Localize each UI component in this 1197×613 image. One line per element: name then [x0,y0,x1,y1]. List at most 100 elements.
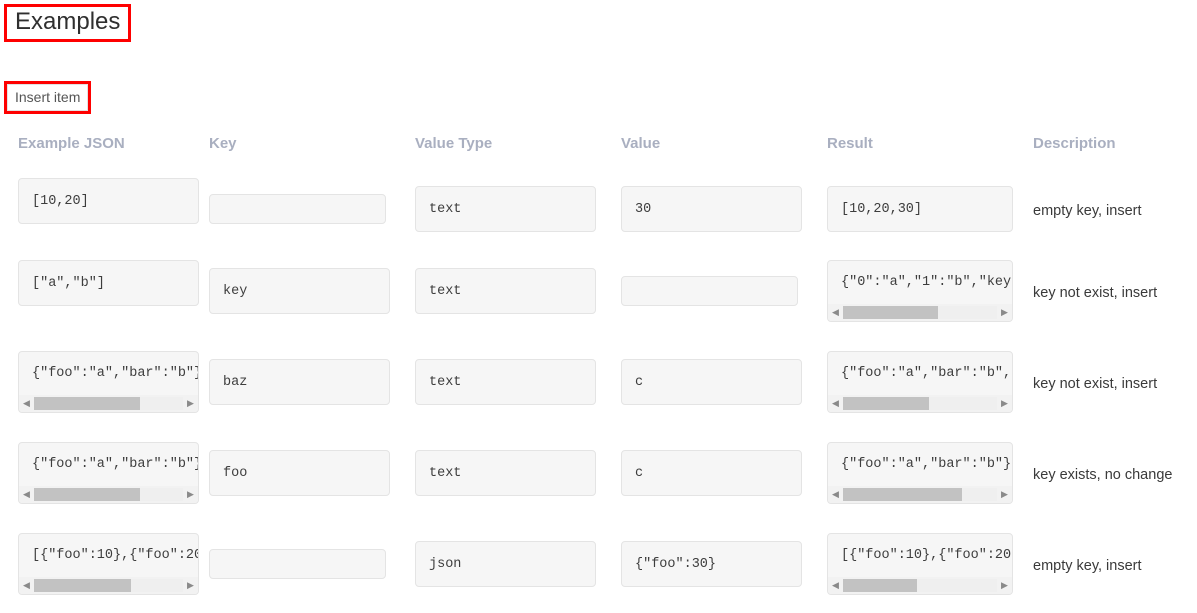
description-text: empty key, insert [1033,558,1197,574]
scroll-left-arrow-icon[interactable]: ◀ [828,399,843,408]
value-type-input[interactable]: json [415,541,596,587]
result-output[interactable]: [{"foo":10},{"foo":20}◀▶ [827,533,1013,595]
scrollbar-thumb[interactable] [843,579,917,592]
scrollbar-thumb[interactable] [843,397,929,410]
scrollbar-track[interactable] [843,397,997,410]
scroll-left-arrow-icon[interactable]: ◀ [19,581,34,590]
value-type-input-text: text [429,466,461,481]
scroll-left-arrow-icon[interactable]: ◀ [19,399,34,408]
value-type-input[interactable]: text [415,450,596,496]
example-json-input-text: [{"foo":10},{"foo":20} [19,534,198,578]
cell-description: key exists, no change [1033,442,1197,483]
value-type-input[interactable]: text [415,359,596,405]
value-type-input[interactable]: text [415,268,596,314]
result-output-scrollbar[interactable]: ◀▶ [828,486,1012,503]
cell-value: 30 [621,178,827,232]
description-text: key exists, no change [1033,467,1197,483]
scrollbar-track[interactable] [34,397,183,410]
value-type-input[interactable]: text [415,186,596,232]
result-output-scrollbar[interactable]: ◀▶ [828,577,1012,594]
column-header-value-type: Value Type [415,126,621,152]
cell-example-json: [{"foo":10},{"foo":20}◀▶ [0,533,209,595]
example-json-input-scrollbar[interactable]: ◀▶ [19,395,198,412]
examples-page: Examples Insert item Example JSON Key Va… [0,0,1197,613]
cell-key: baz [209,351,415,405]
key-input-text: foo [223,466,247,481]
value-input[interactable]: c [621,359,802,405]
scroll-right-arrow-icon[interactable]: ▶ [997,490,1012,499]
value-type-input-text: text [429,375,461,390]
scroll-left-arrow-icon[interactable]: ◀ [828,581,843,590]
cell-result: [{"foo":10},{"foo":20}◀▶ [827,533,1033,595]
result-output[interactable]: {"foo":"a","bar":"b","◀▶ [827,351,1013,413]
scroll-right-arrow-icon[interactable]: ▶ [997,308,1012,317]
example-json-input[interactable]: ["a","b"] [18,260,199,306]
example-json-input[interactable]: {"foo":"a","bar":"b"}◀▶ [18,442,199,504]
result-output-text: {"foo":"a","bar":"b"," [828,352,1012,396]
column-header-value: Value [621,126,827,152]
scrollbar-thumb[interactable] [843,488,962,501]
scroll-left-arrow-icon[interactable]: ◀ [828,308,843,317]
column-header-description: Description [1033,126,1197,152]
key-input[interactable]: baz [209,359,390,405]
cell-key: key [209,260,415,314]
scrollbar-track[interactable] [843,306,997,319]
table-header-row: Example JSON Key Value Type Value Result… [0,126,1197,178]
value-input[interactable]: c [621,450,802,496]
example-json-input[interactable]: {"foo":"a","bar":"b"}◀▶ [18,351,199,413]
table-row: [{"foo":10},{"foo":20}◀▶json{"foo":30}[{… [0,533,1197,613]
cell-value-type: json [415,533,621,587]
cell-value-type: text [415,442,621,496]
example-json-input[interactable]: [{"foo":10},{"foo":20}◀▶ [18,533,199,595]
table-row: [10,20] text 30 [10,20,30] empty key, insert [0,178,1197,260]
result-output-scrollbar[interactable]: ◀▶ [828,395,1012,412]
scroll-right-arrow-icon[interactable]: ▶ [183,399,198,408]
cell-example-json: {"foo":"a","bar":"b"}◀▶ [0,442,209,504]
scrollbar-thumb[interactable] [34,397,140,410]
scroll-right-arrow-icon[interactable]: ▶ [997,399,1012,408]
example-json-input-text: ["a","b"] [32,276,105,291]
insert-item-button[interactable]: Insert item [7,84,88,111]
result-output-scrollbar[interactable]: ◀▶ [828,304,1012,321]
example-json-input[interactable]: [10,20] [18,178,199,224]
scrollbar-track[interactable] [34,579,183,592]
key-input[interactable] [209,194,386,224]
scrollbar-track[interactable] [34,488,183,501]
scrollbar-thumb[interactable] [843,306,938,319]
scrollbar-thumb[interactable] [34,488,140,501]
insert-item-highlight: Insert item [4,81,91,114]
table-row: {"foo":"a","bar":"b"}◀▶footextc{"foo":"a… [0,442,1197,533]
value-type-input-text: text [429,202,461,217]
value-input[interactable] [621,276,798,306]
description-text: empty key, insert [1033,203,1197,219]
scroll-right-arrow-icon[interactable]: ▶ [183,581,198,590]
cell-example-json: {"foo":"a","bar":"b"}◀▶ [0,351,209,413]
scrollbar-track[interactable] [843,488,997,501]
scroll-left-arrow-icon[interactable]: ◀ [828,490,843,499]
scroll-left-arrow-icon[interactable]: ◀ [19,490,34,499]
scrollbar-thumb[interactable] [34,579,131,592]
value-input[interactable]: 30 [621,186,802,232]
key-input-text: key [223,284,247,299]
cell-result: [10,20,30] [827,178,1033,232]
result-output[interactable]: {"0":"a","1":"b","key"◀▶ [827,260,1013,322]
key-input[interactable]: key [209,268,390,314]
cell-description: empty key, insert [1033,178,1197,219]
key-input[interactable]: foo [209,450,390,496]
scrollbar-track[interactable] [843,579,997,592]
value-input-text: 30 [635,202,651,217]
cell-value: c [621,351,827,405]
example-json-input-text: {"foo":"a","bar":"b"} [19,443,198,487]
result-output[interactable]: [10,20,30] [827,186,1013,232]
value-input-text: c [635,466,643,481]
scroll-right-arrow-icon[interactable]: ▶ [997,581,1012,590]
cell-key [209,533,415,579]
example-json-input-scrollbar[interactable]: ◀▶ [19,486,198,503]
example-json-input-scrollbar[interactable]: ◀▶ [19,577,198,594]
key-input[interactable] [209,549,386,579]
value-input[interactable]: {"foo":30} [621,541,802,587]
result-output[interactable]: {"foo":"a","bar":"b"}◀▶ [827,442,1013,504]
key-input-text: baz [223,375,247,390]
scroll-right-arrow-icon[interactable]: ▶ [183,490,198,499]
result-output-text: [10,20,30] [841,202,922,217]
